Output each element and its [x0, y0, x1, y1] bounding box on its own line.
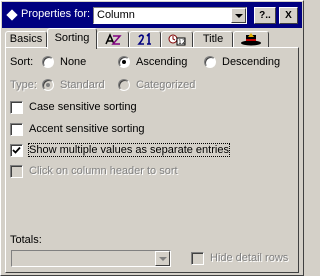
- tab-basics[interactable]: Basics: [5, 31, 47, 48]
- chevron-down-icon[interactable]: [231, 8, 246, 23]
- close-button[interactable]: X: [279, 7, 298, 24]
- sort-descending-radio[interactable]: [204, 56, 216, 68]
- help-button[interactable]: ?..: [254, 7, 276, 24]
- svg-text:12: 12: [178, 39, 186, 46]
- type-label: Type:: [10, 79, 37, 91]
- sort-ascending-label[interactable]: Ascending: [136, 56, 187, 68]
- dialog-title: Properties for:: [21, 8, 91, 20]
- type-categorized-label[interactable]: Categorized: [136, 79, 195, 91]
- tab-advanced[interactable]: [233, 31, 269, 48]
- diamond-icon: [6, 9, 18, 21]
- sort-ascending-radio[interactable]: [118, 56, 130, 68]
- case-sensitive-checkbox[interactable]: [10, 101, 23, 114]
- tab-bar: Basics Sorting 12 Title: [1, 28, 303, 49]
- chevron-down-icon[interactable]: [155, 251, 170, 266]
- sort-none-label[interactable]: None: [60, 56, 86, 68]
- properties-dialog: Properties for: Column ?.. X Basics Sort…: [0, 0, 304, 276]
- tab-title[interactable]: Title: [193, 31, 233, 48]
- accent-sensitive-label[interactable]: Accent sensitive sorting: [29, 123, 145, 135]
- click-header-sort-label[interactable]: Click on column header to sort: [29, 165, 178, 177]
- hat-icon: [241, 33, 261, 46]
- totals-label: Totals:: [10, 234, 42, 246]
- font-az-icon: [105, 32, 122, 45]
- type-standard-label[interactable]: Standard: [60, 79, 105, 91]
- case-sensitive-label[interactable]: Case sensitive sorting: [29, 101, 137, 113]
- number-format-icon: 12: [168, 34, 186, 46]
- accent-sensitive-checkbox[interactable]: [10, 123, 23, 136]
- tab-title-label: Title: [202, 33, 224, 45]
- hide-detail-rows-checkbox[interactable]: [191, 252, 204, 265]
- tab-sorting-label: Sorting: [54, 32, 90, 44]
- title-bar: Properties for: Column ?.. X: [2, 2, 302, 28]
- selected-item: Column: [97, 9, 135, 21]
- alignment-21-icon: [137, 32, 151, 45]
- tab-alignment[interactable]: [129, 31, 161, 48]
- tab-font[interactable]: [97, 31, 129, 48]
- tab-number-format[interactable]: 12: [161, 31, 193, 48]
- checkmark-icon: [12, 146, 21, 154]
- type-categorized-radio[interactable]: [118, 79, 130, 91]
- multiple-values-label[interactable]: Show multiple values as separate entries: [28, 143, 230, 157]
- totals-select[interactable]: [11, 250, 171, 267]
- type-standard-radio[interactable]: [42, 79, 54, 91]
- tab-sorting[interactable]: Sorting: [47, 28, 97, 49]
- properties-for-select[interactable]: Column: [93, 7, 247, 24]
- multiple-values-checkbox[interactable]: [10, 144, 23, 157]
- sort-descending-label[interactable]: Descending: [222, 56, 280, 68]
- hide-detail-rows-label[interactable]: Hide detail rows: [210, 252, 288, 264]
- click-header-sort-checkbox[interactable]: [10, 165, 23, 178]
- sorting-tab-content: Sort: None Ascending Descending Type: St…: [5, 47, 299, 273]
- sort-label: Sort:: [10, 56, 34, 68]
- sort-none-radio[interactable]: [42, 56, 54, 68]
- tab-basics-label: Basics: [9, 33, 43, 45]
